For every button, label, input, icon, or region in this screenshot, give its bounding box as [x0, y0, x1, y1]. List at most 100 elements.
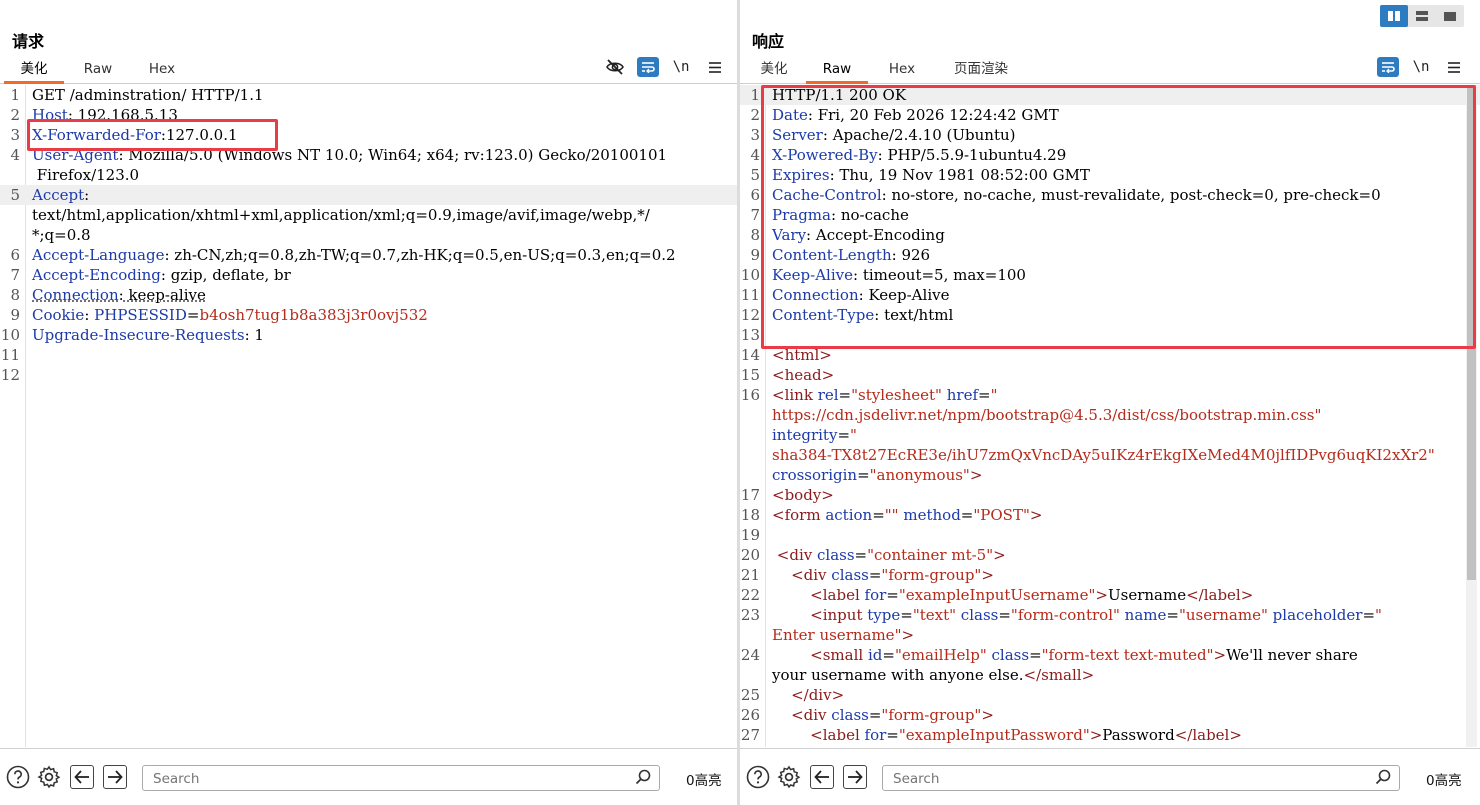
word-wrap-toggle-icon[interactable] — [637, 57, 659, 77]
code-line: 10 Upgrade-Insecure-Requests: 1 — [0, 325, 737, 345]
line-number: 4 — [10, 146, 20, 164]
line-content: Enter username"> — [772, 625, 914, 645]
line-number: 12 — [740, 306, 760, 324]
previous-arrow-icon[interactable] — [70, 765, 94, 789]
code-line: 25 </div> — [740, 685, 1480, 705]
next-arrow-icon[interactable] — [103, 765, 127, 789]
request-tab-pretty[interactable]: 美化 — [4, 57, 64, 84]
menu-icon[interactable] — [704, 57, 726, 77]
code-line: https://cdn.jsdelivr.net/npm/bootstrap@4… — [740, 405, 1480, 425]
line-text: *;q=0.8 — [32, 226, 91, 244]
code-token: "form-group" — [881, 566, 982, 584]
response-title: 响应 — [752, 32, 785, 51]
code-token: > — [1095, 586, 1108, 604]
header-name: Upgrade-Insecure-Requests — [32, 326, 245, 344]
header-name: Accept-Language — [32, 246, 165, 264]
line-content: sha384-TX8t27EcRE3e/ihU7zmQxVncDAy5uIKz4… — [772, 445, 1435, 465]
line-content: your username with anyone else.</small> — [772, 665, 1094, 685]
settings-gear-icon[interactable] — [777, 765, 801, 789]
code-token: "stylesheet" — [851, 386, 942, 404]
header-name: Cookie — [32, 306, 85, 324]
header-value: 1 — [249, 326, 264, 344]
response-tab-hex[interactable]: Hex — [874, 57, 930, 81]
search-icon[interactable] — [635, 769, 651, 790]
response-tab-raw[interactable]: Raw — [806, 57, 868, 84]
code-token: <div — [776, 546, 817, 564]
code-token: method — [903, 506, 961, 524]
code-token: <label — [810, 586, 865, 604]
show-newlines-toggle[interactable]: \n — [670, 57, 692, 77]
code-token: = — [1029, 646, 1042, 664]
settings-gear-icon[interactable] — [37, 765, 61, 789]
code-token: <body> — [772, 486, 834, 504]
line-number: 27 — [740, 726, 760, 744]
line-content: <div class="form-group"> — [772, 565, 994, 585]
search-icon[interactable] — [1375, 769, 1391, 790]
response-tab-pretty[interactable]: 美化 — [744, 57, 804, 81]
show-newlines-toggle[interactable]: \n — [1410, 57, 1432, 77]
menu-icon[interactable] — [1443, 57, 1465, 77]
help-icon[interactable] — [746, 765, 770, 789]
header-name: Accept-Encoding — [32, 266, 161, 284]
line-content: integrity=" — [772, 425, 857, 445]
code-token: > — [1213, 646, 1227, 664]
code-token: "text" — [912, 606, 957, 624]
code-line: 19 — [740, 525, 1480, 545]
stacked-layout-icon[interactable] — [1408, 5, 1436, 27]
line-content: Upgrade-Insecure-Requests: 1 — [32, 325, 264, 345]
request-editor[interactable]: 1 GET /adminstration/ HTTP/1.1 2 Host: 192.… — [0, 85, 737, 747]
code-token: id — [867, 646, 883, 664]
previous-arrow-icon[interactable] — [810, 765, 834, 789]
code-token: = — [837, 426, 851, 444]
line-number: 6 — [750, 186, 760, 204]
request-tab-raw[interactable]: Raw — [70, 57, 126, 81]
code-token: = — [960, 506, 974, 524]
response-search-input[interactable] — [891, 767, 1360, 791]
code-token: = — [998, 606, 1011, 624]
code-token: </small> — [1023, 666, 1095, 684]
help-icon[interactable] — [6, 765, 30, 789]
line-number: 11 — [0, 346, 20, 364]
code-token: <label — [810, 726, 865, 744]
code-token: We'll never share — [1226, 646, 1358, 664]
code-token: = — [882, 646, 895, 664]
request-search-input[interactable] — [151, 767, 620, 791]
line-number: 11 — [740, 286, 760, 304]
line-content: <head> — [772, 365, 834, 385]
response-tab-render[interactable]: 页面渲染 — [944, 57, 1018, 81]
line-content: Connection: keep-alive — [32, 285, 206, 305]
line-number: 10 — [0, 326, 20, 344]
hide-nonprintable-icon[interactable] — [604, 57, 626, 77]
code-line: 15 <head> — [740, 365, 1480, 385]
code-token: <link — [772, 386, 818, 404]
cookie-name: PHPSESSID — [94, 306, 187, 324]
word-wrap-toggle-icon[interactable] — [1377, 57, 1399, 77]
line-content: Accept-Encoding: gzip, deflate, br — [32, 265, 291, 285]
code-token: </label> — [1186, 586, 1254, 604]
side-by-side-layout-icon[interactable] — [1380, 5, 1408, 27]
code-token: > — [993, 546, 1006, 564]
code-token: = — [900, 606, 913, 624]
code-token: class — [991, 646, 1030, 664]
code-line: 20 <div class="container mt-5"> — [740, 545, 1480, 565]
code-line: 26 <div class="form-group"> — [740, 705, 1480, 725]
code-token: "form-control" — [1010, 606, 1120, 624]
code-token: = — [868, 706, 882, 724]
next-arrow-icon[interactable] — [843, 765, 867, 789]
code-token: </label> — [1174, 726, 1242, 744]
code-token: "POST" — [973, 506, 1030, 524]
code-line: crossorigin="anonymous"> — [740, 465, 1480, 485]
line-number: 15 — [740, 366, 760, 384]
tabbed-layout-icon[interactable] — [1436, 5, 1464, 27]
line-content: text/html,application/xhtml+xml,applicat… — [32, 205, 650, 225]
request-tab-hex[interactable]: Hex — [134, 57, 190, 81]
code-token: class — [960, 606, 999, 624]
code-line: Firefox/123.0 — [0, 165, 737, 185]
request-tabs: 美化 Raw Hex — [0, 57, 737, 84]
response-footer: 0高亮 — [740, 748, 1480, 805]
code-line: integrity=" — [740, 425, 1480, 445]
line-content: <link rel="stylesheet" href=" — [772, 385, 997, 405]
